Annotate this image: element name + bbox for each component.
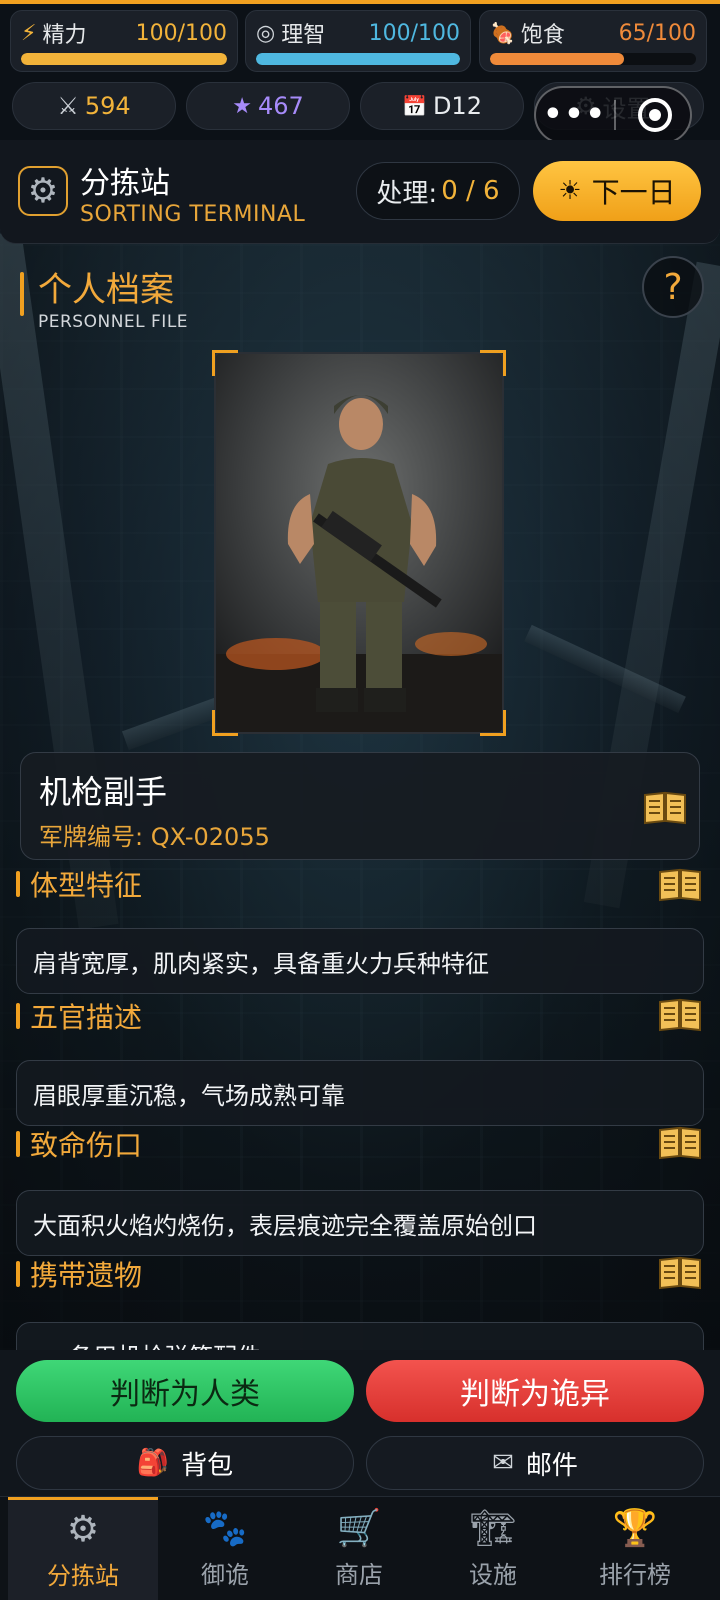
- target-icon: ◎: [256, 20, 276, 46]
- tab-leaderboard[interactable]: 🏆 排行榜: [560, 1497, 710, 1600]
- paw-icon: 🐾: [202, 1507, 248, 1549]
- section-title: 个人档案: [38, 270, 174, 310]
- bag-button[interactable]: 🎒 背包: [16, 1436, 354, 1490]
- identity-card: 机枪副手 军牌编号: QX-02055: [20, 752, 700, 860]
- frame-corner: [212, 350, 238, 376]
- day-count: D12: [432, 92, 482, 120]
- judge-human-button[interactable]: 判断为人类: [16, 1360, 354, 1422]
- frame-corner: [480, 710, 506, 736]
- lightning-icon: ⚡: [21, 20, 37, 46]
- book-icon[interactable]: [658, 996, 702, 1036]
- resource-swords[interactable]: ⚔ 594: [12, 82, 176, 130]
- soldier-portrait: [214, 352, 504, 734]
- stat-value: 100/100: [135, 20, 227, 46]
- attr-label-body: 体型特征: [16, 864, 142, 904]
- stat-value: 100/100: [368, 20, 460, 46]
- book-icon[interactable]: [643, 789, 687, 829]
- stat-bar: [21, 53, 227, 65]
- stat-hunger: 🍖 饱食 65/100: [479, 10, 707, 72]
- sun-icon: ☀: [558, 176, 582, 206]
- attr-text-wound: 大面积火焰灼烧伤，表层痕迹完全覆盖原始创口: [16, 1190, 704, 1256]
- section-subtitle: PERSONNEL FILE: [38, 312, 189, 332]
- stat-sanity: ◎ 理智 100/100: [245, 10, 471, 72]
- stars-count: 467: [257, 92, 304, 120]
- crane-icon: 🏗: [470, 1507, 516, 1549]
- bottom-tab-bar: ⚙ 分拣站 🐾 御诡 🛒 商店 🏗 设施 🏆 排行榜: [0, 1496, 720, 1600]
- stat-label: 精力: [42, 23, 87, 48]
- tab-facilities[interactable]: 🏗 设施: [426, 1497, 560, 1600]
- judge-weird-button[interactable]: 判断为诡异: [366, 1360, 704, 1422]
- stat-energy: ⚡ 精力 100/100: [10, 10, 238, 72]
- stat-label: 饱食: [520, 23, 565, 48]
- next-day-label: 下一日: [591, 176, 676, 209]
- top-accent-line: [0, 0, 720, 4]
- more-menu-icon[interactable]: •••: [536, 86, 614, 144]
- book-icon[interactable]: [658, 866, 702, 906]
- swords-count: 594: [84, 92, 131, 120]
- attr-label-wound: 致命伤口: [16, 1124, 142, 1164]
- attr-text-face: 眉眼厚重沉稳，气场成熟可靠: [16, 1060, 704, 1126]
- gear-icon: ⚙: [18, 166, 68, 216]
- frame-corner: [212, 710, 238, 736]
- trophy-icon: 🏆: [612, 1507, 658, 1549]
- tab-sorting-station[interactable]: ⚙ 分拣站: [8, 1497, 158, 1600]
- process-label: 处理:: [376, 178, 438, 209]
- attr-text-body: 肩背宽厚，肌肉紧实，具备重火力兵种特征: [16, 928, 704, 994]
- envelope-icon: ✉: [492, 1448, 514, 1478]
- stat-bar: [490, 53, 696, 65]
- station-header: ⚙ 分拣站 SORTING TERMINAL 处理: 0 / 6 ☀ 下一日: [0, 140, 720, 244]
- tab-shop[interactable]: 🛒 商店: [292, 1497, 426, 1600]
- tab-yugui[interactable]: 🐾 御诡: [158, 1497, 292, 1600]
- book-icon[interactable]: [658, 1124, 702, 1164]
- unit-name: 机枪副手: [39, 773, 168, 811]
- close-target-icon[interactable]: [638, 98, 672, 132]
- help-button[interactable]: ?: [642, 256, 704, 318]
- mail-button[interactable]: ✉ 邮件: [366, 1436, 704, 1490]
- star-icon: ★: [232, 93, 252, 119]
- bag-label: 背包: [181, 1450, 234, 1481]
- process-value: 0 / 6: [441, 176, 500, 206]
- cart-icon: 🛒: [336, 1507, 382, 1549]
- attr-label-relic: 携带遗物: [16, 1254, 142, 1294]
- process-counter: 处理: 0 / 6: [356, 162, 520, 220]
- station-subtitle: SORTING TERMINAL: [80, 202, 306, 227]
- dog-tag-number: 军牌编号: QX-02055: [39, 823, 270, 851]
- resource-stars[interactable]: ★ 467: [186, 82, 350, 130]
- stat-value: 65/100: [618, 20, 696, 46]
- stat-label: 理智: [281, 23, 326, 48]
- stat-bar: [256, 53, 460, 65]
- gift-bag-icon: 🎒: [136, 1448, 170, 1478]
- crossed-swords-icon: ⚔: [57, 92, 79, 120]
- calendar-icon: 📅: [402, 94, 427, 118]
- resource-day[interactable]: 📅 D12: [360, 82, 524, 130]
- gear-icon: ⚙: [66, 1509, 100, 1550]
- station-title: 分拣站: [80, 166, 170, 201]
- book-icon[interactable]: [658, 1254, 702, 1294]
- attr-label-face: 五官描述: [16, 996, 142, 1036]
- miniprogram-capsule[interactable]: •••: [534, 86, 692, 144]
- mail-label: 邮件: [525, 1450, 578, 1481]
- capsule-divider: [614, 100, 616, 130]
- next-day-button[interactable]: ☀ 下一日: [533, 161, 701, 221]
- frame-corner: [480, 350, 506, 376]
- meat-icon: 🍖: [490, 21, 515, 45]
